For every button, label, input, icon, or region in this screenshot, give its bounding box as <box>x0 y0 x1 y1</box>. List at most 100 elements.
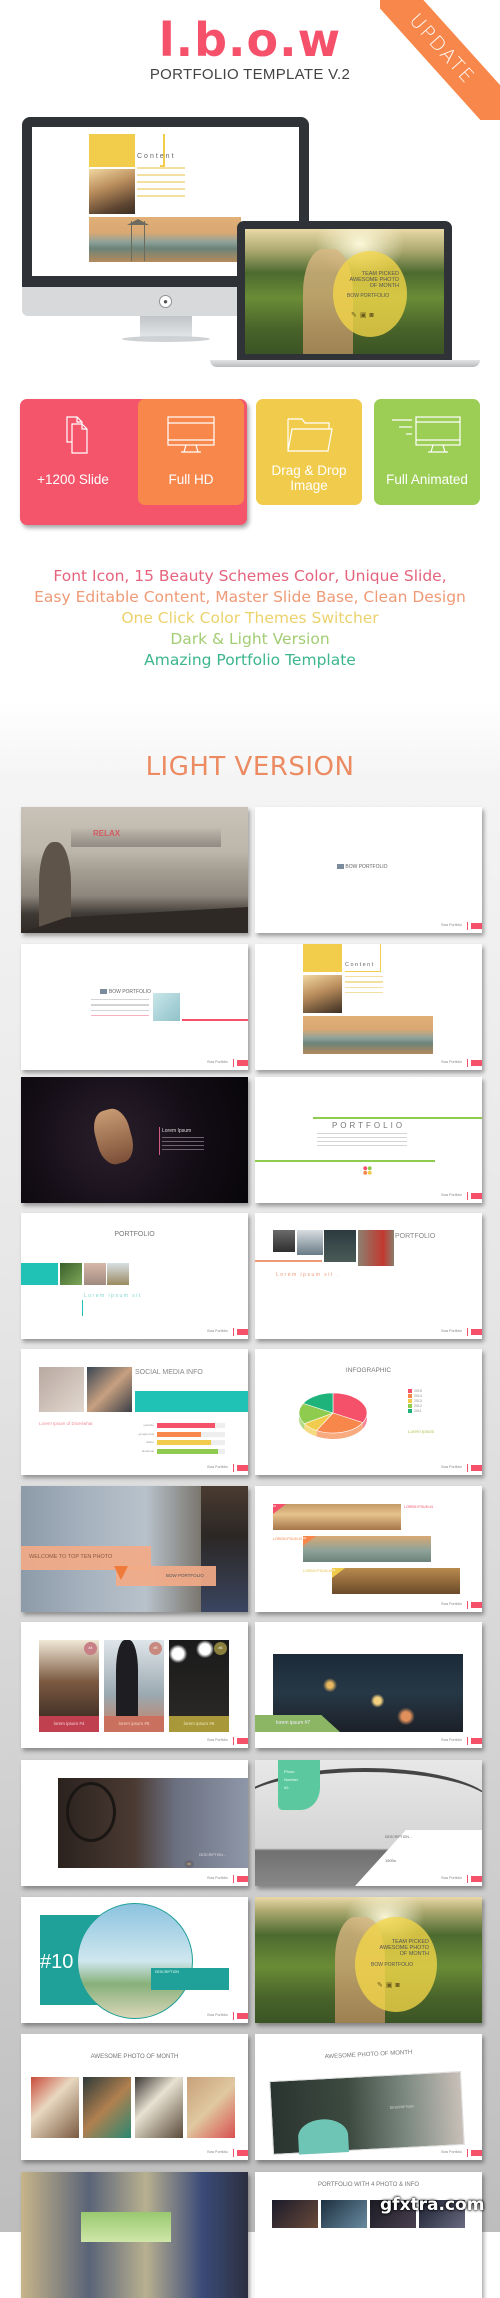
motorbike-photo: DESCRIPTION <box>269 2071 465 2155</box>
card-badge: #4 <box>84 1642 97 1655</box>
documents-icon <box>66 416 88 454</box>
content-title: Content <box>137 153 176 160</box>
heading: LOREM IPSUM #3 <box>303 1569 333 1573</box>
slide-thumbnail-portfolio-orange[interactable]: PORTFOLIO Lorem ipsum sit . Bow Portfoli… <box>255 1213 482 1339</box>
yellow-block <box>89 134 135 167</box>
feature-tile-full-hd: Full HD <box>138 399 244 505</box>
slide-footer: Bow Portfolio <box>436 1192 482 1200</box>
slide-thumbnail-welcome[interactable]: WELCOME TO TOP TEN PHOTO BOW PORTFOLIO <box>21 1486 248 1612</box>
feature-tile-animated: Full Animated <box>374 399 480 505</box>
slide-thumbnail-top-three[interactable]: #1 LOREM IPSUM #1 #2 LOREM IPSUM #2 #3 L… <box>255 1486 482 1612</box>
slide-heading: PORTFOLIO <box>395 1233 436 1240</box>
relax-overlay: RELAX <box>93 829 121 838</box>
slide-footer: Bow Portfolio <box>202 1059 248 1067</box>
slide-footer: Bow Portfolio <box>436 1875 482 1883</box>
photo-2 <box>83 2077 131 2138</box>
social-bar-fill <box>157 1440 212 1445</box>
footer-divider <box>466 922 468 930</box>
card-label: lorem ipsum #4 <box>39 1716 99 1732</box>
slide-thumbnail-number-ten[interactable]: #10 DESCRIPTION Bow Portfolio <box>21 1897 248 2023</box>
slide-subheading: Lorem ipsum sit <box>84 1293 142 1299</box>
slide-heading: DESCRIPTION... <box>385 1835 412 1839</box>
laptop-base <box>210 360 480 367</box>
page-tab <box>471 1193 482 1199</box>
slide-footer: Bow Portfolio <box>436 1328 482 1336</box>
footer-text: Bow Portfolio <box>207 1738 228 1742</box>
slide-thumbnail-infographic[interactable]: INFOGRAPHIC 2015 2014 2013 2012 2011 Lorem I… <box>255 1349 482 1475</box>
footer-text: Bow Portfolio <box>441 1193 462 1197</box>
tagline-line: Dark & Light Version <box>170 630 330 648</box>
heading: LOREM IPSUM #2 <box>273 1537 303 1541</box>
slide-heading: PORTFOLIO <box>331 1121 406 1130</box>
page-tab <box>237 2150 248 2156</box>
slide-heading: PORTFOLIO <box>114 1231 155 1238</box>
lifeguard-tower <box>131 221 145 261</box>
bird-photo <box>153 993 180 1021</box>
folder-icon <box>287 418 333 452</box>
banner-label: lorem ipsum #7 <box>276 1720 311 1726</box>
slide-thumbnail-title[interactable]: BOW PORTFOLIO Bow Portfolio <box>255 807 482 933</box>
feature-label-text: Drag & Drop Image <box>271 463 347 493</box>
animated-monitor-icon <box>392 416 461 453</box>
footer-text: Bow Portfolio <box>441 923 462 927</box>
slide-heading: Lorem Ipsum <box>162 1128 192 1134</box>
footer-text: Bow Portfolio <box>441 1876 462 1880</box>
tag-lines: Photo Number #9 <box>278 1760 320 1792</box>
laptop-mockup: TEAM PICKED AWESOME PHOTO OF MONTH BOW P… <box>237 221 452 360</box>
tag-line: Photo <box>284 1769 295 1774</box>
page-tab <box>471 1602 482 1608</box>
sunset-photo <box>303 975 342 1013</box>
feature-label: +1200 Slide <box>37 472 109 487</box>
badge: #2 <box>303 1536 316 1546</box>
slide-thumbnail-team-picked[interactable]: TEAM PICKED AWESOME PHOTO OF MONTH BOW P… <box>255 1897 482 2023</box>
tagline-line: Easy Editable Content, Master Slide Base… <box>34 588 466 606</box>
legend-label: 2012 <box>414 1404 422 1408</box>
standing-figure <box>116 1640 138 1716</box>
slide-thumbnail-relax[interactable]: RELAX <box>21 807 248 933</box>
tag-line: Number <box>284 1777 299 1782</box>
photo-1 <box>273 1230 295 1252</box>
body-text-lines <box>317 1133 407 1150</box>
social-bar-fill <box>157 1431 202 1437</box>
slide-thumbnail-cards[interactable]: lorem ipsum #4 #4 lorem ipsum #5 #5 lorem … <box>21 1622 248 1748</box>
icon-row: ✎▣◙ <box>377 1981 403 1989</box>
slide-thumbnail-car-interior[interactable]: DESCRIPTION... #8 Bow Portfolio <box>21 1760 248 1886</box>
slide-thumbnail-intro[interactable]: BOW PORTFOLIO Bow Portfolio <box>21 944 248 1070</box>
tag-line: #9 <box>284 1785 289 1790</box>
slide-footer: Bow Portfolio <box>202 2012 248 2020</box>
footer-text: Bow Portfolio <box>207 2150 228 2154</box>
social-bar-label: youtube <box>143 1423 154 1427</box>
legend-label: 2015 <box>414 1389 422 1393</box>
slide-thumbnail-lorem-dark[interactable]: Lorem Ipsum <box>21 1077 248 1203</box>
social-bar-track <box>157 1448 225 1454</box>
slide-thumbnail-portfolio-green[interactable]: PORTFOLIO Bow Portfolio <box>255 1077 482 1203</box>
social-bar-fill <box>157 1423 215 1428</box>
big-number: #10 <box>40 1951 74 1973</box>
slide-thumbnail-social-media[interactable]: SOCIAL MEDIA INFO Lorem Ipsum of Diceriw… <box>21 1349 248 1475</box>
legend-swatch <box>408 1389 412 1393</box>
footer-text: Bow Portfolio <box>207 2013 228 2017</box>
slide-thumbnail-city-street[interactable] <box>21 2172 248 2298</box>
color-dots-icon <box>363 1166 372 1175</box>
slide-heading: SOCIAL MEDIA INFO <box>135 1369 203 1376</box>
slide-thumbnail-portfolio-four-photo[interactable]: PORTFOLIO WITH 4 PHOTO & INFO <box>255 2172 482 2298</box>
yellow-block <box>303 944 342 972</box>
social-bar-label: google plus <box>138 1431 154 1436</box>
hand-photo <box>89 1105 138 1168</box>
slide-thumbnail-awesome-bike[interactable]: AWESOME PHOTO OF MONTH DESCRIPTION Bow P… <box>255 2034 482 2160</box>
slide-title: TEAM PICKED AWESOME PHOTO OF MONTH <box>355 1939 429 1957</box>
slide-thumbnail-portfolio-teal[interactable]: PORTFOLIO Lorem ipsum sit Bow Portfolio <box>21 1213 248 1339</box>
tagline-line: Font Icon, 15 Beauty Schemes Color, Uniq… <box>53 567 447 585</box>
slide-thumbnail-city-night[interactable]: lorem ipsum #7 Bow Portfolio <box>255 1622 482 1748</box>
badge: #3 <box>332 1568 345 1578</box>
photo-1 <box>272 2200 318 2228</box>
slide-thumbnail-content[interactable]: Content Bow Portfolio <box>255 944 482 1070</box>
brand-text: BOW PORTFOLIO <box>108 989 151 995</box>
slide-thumbnail-awesome-four[interactable]: AWESOME PHOTO OF MONTH Bow Portfolio <box>21 2034 248 2160</box>
slide-thumbnail-bridge[interactable]: Photo Number #9 DESCRIPTION... 1500s Bow… <box>255 1760 482 1886</box>
slide-heading: WELCOME TO TOP TEN PHOTO <box>29 1554 113 1560</box>
body-text-lines <box>345 976 383 997</box>
footer-text: Bow Portfolio <box>207 1465 228 1469</box>
footer-divider <box>232 2012 234 2020</box>
footer-divider <box>466 1601 468 1609</box>
